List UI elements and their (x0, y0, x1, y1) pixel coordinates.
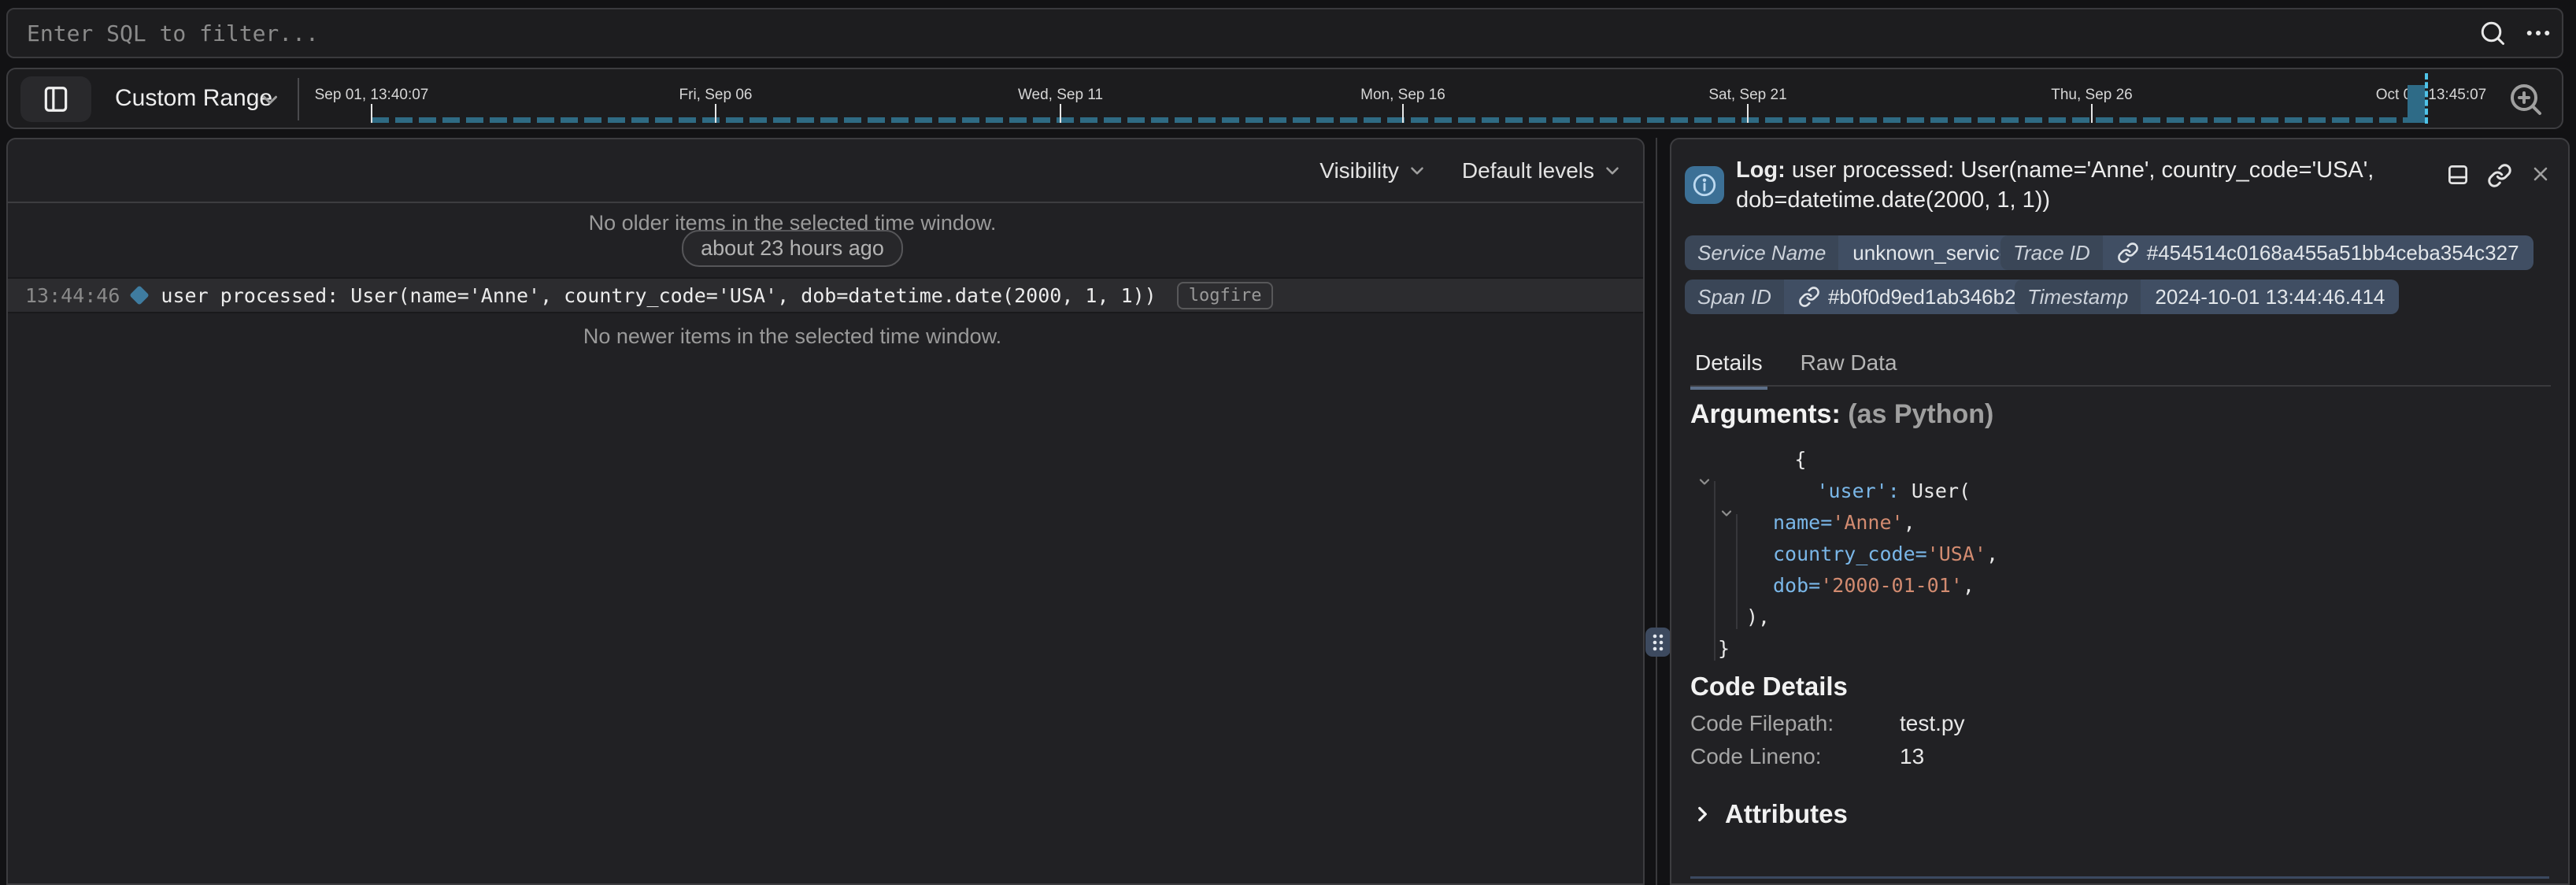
list-toolbar: Visibility Default levels (8, 139, 1643, 203)
chevron-down-icon (258, 88, 282, 112)
copy-link-icon[interactable] (2487, 163, 2512, 188)
code-filepath-row: Code Filepath: test.py (1690, 711, 1834, 736)
log-detail-panel: Log: user processed: User(name='Anne', c… (1670, 138, 2570, 885)
log-row-message: user processed: User(name='Anne', countr… (161, 284, 1156, 307)
code-details-heading: Code Details (1690, 672, 1848, 702)
log-level-diamond-icon (130, 285, 150, 305)
more-options-icon[interactable] (2524, 19, 2552, 47)
indent-guide (1736, 514, 1738, 629)
log-list-body: No older items in the selected time wind… (8, 203, 1643, 885)
info-icon (1685, 166, 1724, 204)
close-icon[interactable] (2530, 163, 2552, 185)
arguments-heading: Arguments: (as Python) (1690, 399, 1993, 430)
chevron-down-icon (1407, 161, 1427, 181)
detail-title-kind: Log: (1736, 157, 1786, 183)
default-levels-dropdown[interactable]: Default levels (1462, 158, 1623, 183)
span-id-badge[interactable]: Span ID #b0f0d9ed1ab346b2 (1685, 280, 2030, 314)
sql-filter-input[interactable] (6, 8, 2563, 58)
code-lineno-row: Code Lineno: 13 (1690, 744, 1822, 769)
dock-panel-bottom-icon[interactable] (2446, 163, 2470, 187)
log-list-panel: Visibility Default levels No older items… (6, 138, 1645, 885)
chevron-down-icon (1602, 161, 1623, 181)
relative-time-badge: about 23 hours ago (682, 230, 903, 267)
search-icon[interactable] (2478, 19, 2507, 47)
divider (1690, 876, 2549, 879)
visibility-dropdown[interactable]: Visibility (1319, 158, 1427, 183)
chevron-right-icon (1692, 804, 1712, 824)
time-range-selector[interactable]: Custom Range (115, 69, 272, 128)
link-icon (2117, 242, 2139, 264)
timeline-bar: Custom Range Sep 01, 13:40:07 Fri, Sep 0… (6, 68, 2563, 129)
panel-left-icon (41, 84, 71, 114)
log-row-tag: logfire (1177, 282, 1274, 309)
log-row[interactable]: 13:44:46 user processed: User(name='Anne… (8, 277, 1643, 313)
sidebar-toggle-button[interactable] (20, 76, 91, 122)
divider (1690, 385, 2551, 387)
panel-resize-handle[interactable] (1645, 628, 1671, 657)
timeline-histogram-baseline (372, 117, 2414, 123)
trace-id-badge[interactable]: Trace ID #454514c0168a455a51bb4ceba354c3… (2000, 235, 2533, 270)
timeline-histogram-bar (2408, 85, 2425, 123)
indent-guide (1714, 481, 1715, 661)
link-icon (1798, 286, 1820, 308)
zoom-in-icon[interactable] (2507, 80, 2545, 118)
attributes-section-toggle[interactable]: Attributes (1692, 799, 1848, 829)
detail-tabs: Details Raw Data (1690, 350, 1902, 390)
divider (298, 78, 299, 120)
service-name-badge: Service Name unknown_service (1685, 235, 2025, 270)
panel-resize-track[interactable] (1656, 138, 1657, 885)
tab-raw-data[interactable]: Raw Data (1796, 350, 1902, 390)
timeline-selection-marker[interactable] (2425, 73, 2428, 124)
no-newer-items-note: No newer items in the selected time wind… (8, 324, 1577, 349)
arguments-code-block: { 'user': User( name='Anne', country_cod… (1690, 443, 2336, 664)
detail-title: Log: user processed: User(name='Anne', c… (1736, 155, 2437, 215)
timestamp-badge: Timestamp 2024-10-01 13:44:46.414 (2015, 280, 2399, 314)
tab-details[interactable]: Details (1690, 350, 1767, 390)
relative-time-badge-wrap: about 23 hours ago (8, 230, 1577, 267)
log-row-timestamp: 13:44:46 (25, 284, 120, 307)
